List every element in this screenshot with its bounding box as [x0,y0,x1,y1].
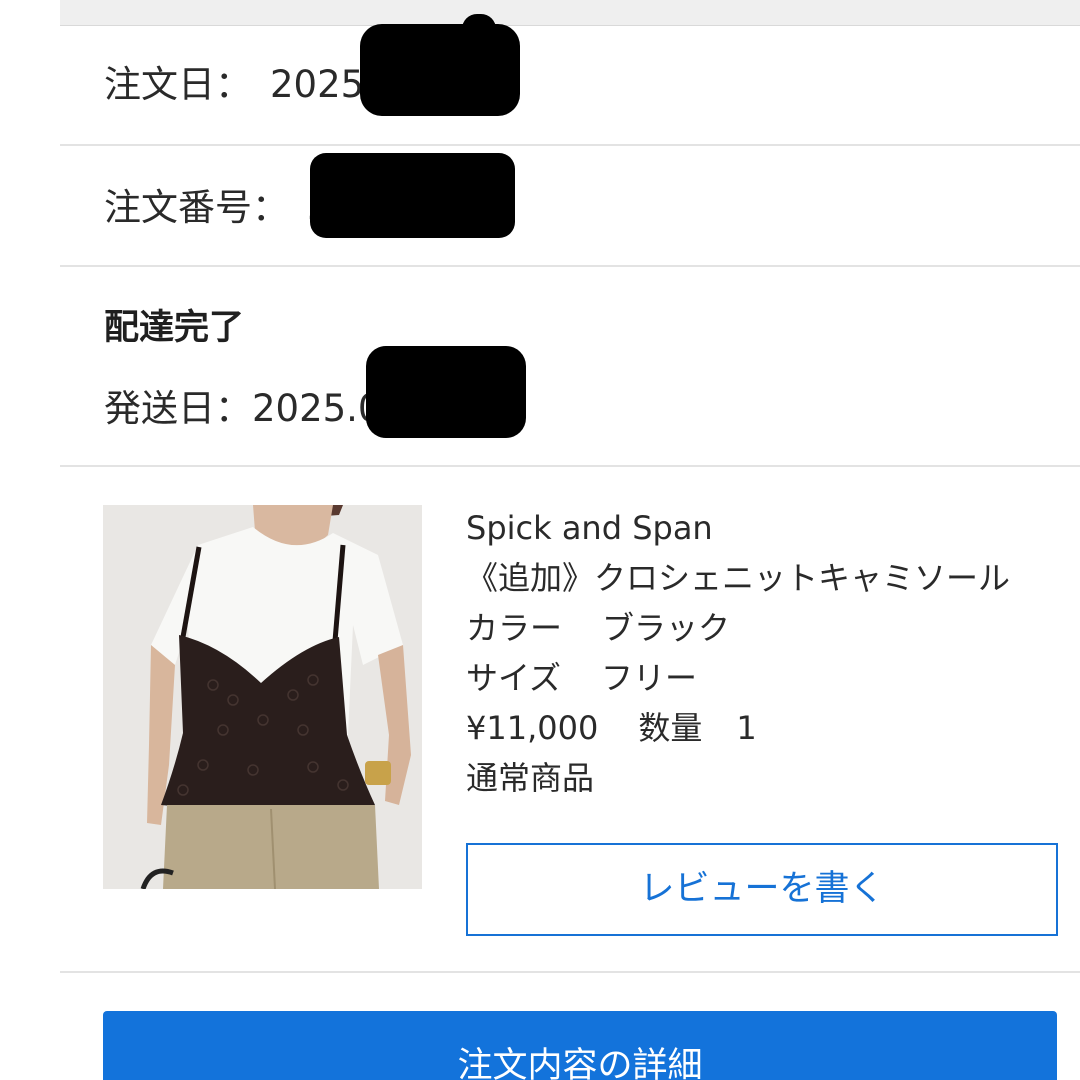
header-strip [60,0,1080,26]
product-type: 通常商品 [466,759,595,797]
size-label: サイズ [466,659,562,697]
order-number-label: 注文番号： [104,186,289,229]
price-value: ¥11,000 [466,709,599,747]
redaction-mark [360,24,520,116]
color-value: ブラック [602,609,731,647]
order-date-label: 注文日： [104,63,252,106]
delivery-status: 配達完了 [104,308,245,348]
ship-date-label: 発送日： [104,387,252,430]
product-name: 《追加》クロシェニットキャミソール [466,559,1011,597]
order-date-value: 2025 [270,63,365,106]
divider [60,465,1080,467]
ship-date-row: 発送日：2025.0 [104,387,381,431]
size-value: フリー [601,659,698,697]
product-price-row: ¥11,000 数量 1 [466,708,757,748]
divider [60,144,1080,146]
quantity-value: 1 [736,709,757,747]
redaction-mark [310,153,515,238]
order-date-row: 注文日： 2025 [104,63,364,107]
order-details-button[interactable]: 注文内容の詳細 [103,1011,1057,1080]
product-image[interactable] [103,505,422,889]
product-brand: Spick and Span [466,509,713,547]
quantity-label: 数量 [638,709,703,747]
order-number-row: 注文番号：3 [104,186,331,230]
product-color-row: カラー ブラック [466,608,730,648]
ship-date-value: 2025.0 [252,387,382,430]
redaction-mark [366,346,526,438]
order-history-page: 注文日： 2025 注文番号：3 配達完了 発送日：2025.0 [0,0,1080,1080]
write-review-button[interactable]: レビューを書く [466,843,1058,936]
redaction-mark [462,14,496,44]
product-size-row: サイズ フリー [466,658,697,698]
color-label: カラー [466,609,563,647]
divider [60,971,1080,973]
divider [60,265,1080,267]
